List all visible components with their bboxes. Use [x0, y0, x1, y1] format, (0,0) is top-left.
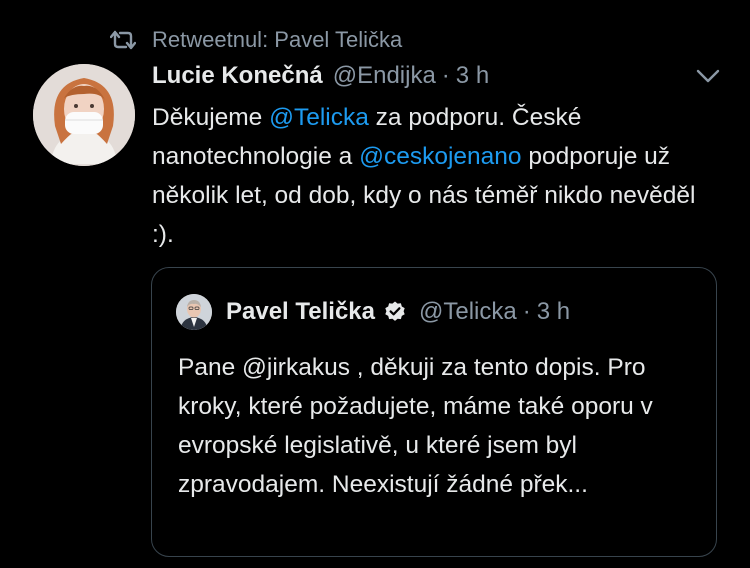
retweet-icon: [110, 30, 136, 50]
tweet-timestamp[interactable]: 3 h: [456, 62, 489, 90]
avatar[interactable]: [33, 64, 135, 166]
mention-link[interactable]: @Telicka: [269, 104, 369, 131]
tweet-header: Lucie Konečná @Endijka · 3 h: [152, 60, 489, 92]
author-handle[interactable]: @Endijka: [333, 62, 436, 90]
quoted-tweet-header: Pavel Telička @Telicka · 3 h: [176, 294, 570, 330]
author-name[interactable]: Lucie Konečná: [152, 62, 323, 90]
retweet-context[interactable]: Retweetnul: Pavel Telička: [110, 26, 402, 54]
quoted-avatar-image: [176, 294, 212, 330]
tweet-text-part: Děkujeme: [152, 104, 270, 131]
quoted-author-name[interactable]: Pavel Telička: [226, 298, 375, 326]
chevron-down-icon[interactable]: [694, 66, 722, 86]
separator-dot: ·: [522, 298, 531, 325]
quoted-avatar: [176, 294, 212, 330]
avatar-image: [33, 64, 135, 166]
retweet-label: Retweetnul: Pavel Telička: [152, 27, 403, 52]
quoted-tweet-text: Pane @jirkakus , děkuji za tento dopis. …: [178, 354, 653, 498]
separator-dot: ·: [441, 62, 450, 89]
verified-badge-icon: [385, 301, 405, 321]
quoted-tweet[interactable]: Pavel Telička @Telicka · 3 h Pane @jirka…: [151, 267, 717, 557]
quoted-author-handle[interactable]: @Telicka: [419, 298, 517, 326]
quoted-tweet-timestamp[interactable]: 3 h: [537, 298, 570, 326]
tweet-text: Děkujeme @Telicka za podporu. České nano…: [152, 98, 712, 254]
mention-link[interactable]: @ceskojenano: [359, 143, 521, 170]
